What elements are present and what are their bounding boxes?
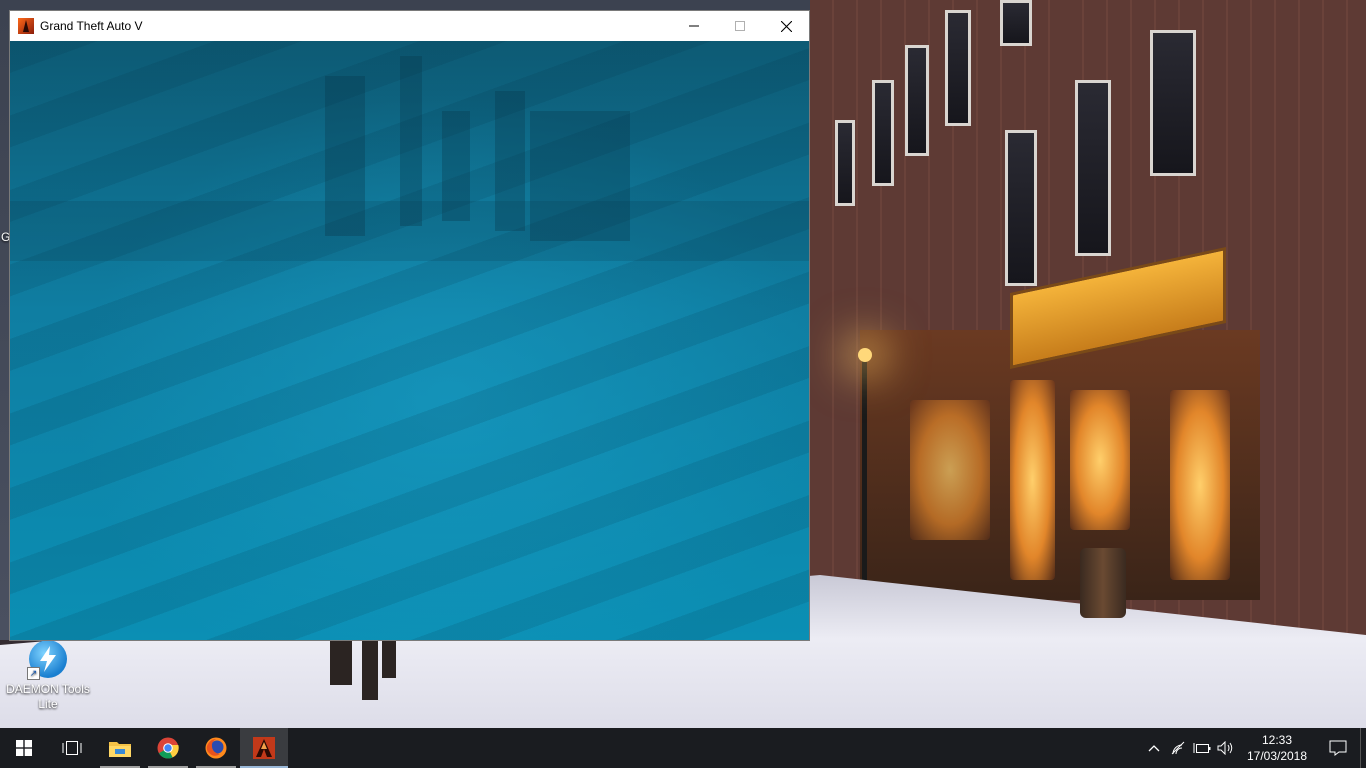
chrome-icon bbox=[157, 737, 179, 759]
windows-logo-icon bbox=[16, 740, 32, 756]
clock-time: 12:33 bbox=[1261, 733, 1293, 747]
taskbar-firefox[interactable] bbox=[192, 728, 240, 768]
gta-v-icon bbox=[253, 737, 275, 759]
wallpaper-shop-light bbox=[1170, 390, 1230, 580]
app-window: Grand Theft Auto V bbox=[9, 10, 810, 641]
maximize-button[interactable] bbox=[717, 11, 763, 41]
daemon-tools-icon: ↗ bbox=[27, 640, 67, 680]
window-client-area[interactable] bbox=[10, 41, 809, 640]
taskbar-gta-v[interactable] bbox=[240, 728, 288, 768]
tray-network[interactable] bbox=[1166, 728, 1190, 768]
wallpaper-shop-light bbox=[910, 400, 990, 540]
maximize-icon bbox=[735, 21, 745, 31]
notification-icon bbox=[1329, 740, 1347, 756]
close-button[interactable] bbox=[763, 11, 809, 41]
action-center-button[interactable] bbox=[1316, 728, 1360, 768]
clock-date: 17/03/2018 bbox=[1246, 749, 1308, 763]
window-titlebar[interactable]: Grand Theft Auto V bbox=[10, 11, 809, 41]
wallpaper-window bbox=[872, 80, 894, 186]
wallpaper-shop-light bbox=[1010, 380, 1055, 580]
shortcut-arrow-icon: ↗ bbox=[27, 667, 40, 680]
wallpaper-shop-light bbox=[1070, 390, 1130, 530]
taskbar-file-explorer[interactable] bbox=[96, 728, 144, 768]
wallpaper-window bbox=[1075, 80, 1111, 256]
system-tray: 12:33 17/03/2018 bbox=[1142, 728, 1366, 768]
task-view-button[interactable] bbox=[48, 728, 96, 768]
wallpaper-window bbox=[1005, 130, 1037, 286]
taskbar-chrome[interactable] bbox=[144, 728, 192, 768]
firefox-icon bbox=[205, 737, 227, 759]
desktop-icon-daemon-tools[interactable]: ↗ DAEMON Tools Lite bbox=[4, 638, 92, 712]
start-button[interactable] bbox=[0, 728, 48, 768]
chevron-up-icon bbox=[1148, 745, 1160, 752]
tray-overflow-button[interactable] bbox=[1142, 728, 1166, 768]
folder-icon bbox=[109, 742, 131, 757]
volume-icon bbox=[1217, 741, 1233, 755]
minimize-button[interactable] bbox=[671, 11, 717, 41]
wallpaper-window bbox=[945, 10, 971, 126]
desktop-icon-label: DAEMON Tools Lite bbox=[6, 682, 90, 711]
network-icon bbox=[1171, 741, 1185, 755]
close-icon bbox=[780, 20, 792, 32]
wallpaper-bollard bbox=[382, 640, 396, 678]
wallpaper-bollard bbox=[330, 640, 352, 685]
wallpaper-barrel bbox=[1080, 548, 1126, 618]
wallpaper-street-lamp bbox=[858, 348, 872, 362]
show-desktop-button[interactable] bbox=[1360, 728, 1366, 768]
window-title: Grand Theft Auto V bbox=[40, 19, 143, 33]
gta-v-icon bbox=[18, 18, 34, 34]
task-view-icon bbox=[62, 741, 82, 755]
window-controls bbox=[671, 11, 809, 41]
tray-battery[interactable] bbox=[1190, 728, 1214, 768]
tray-volume[interactable] bbox=[1214, 728, 1238, 768]
loading-background-texture bbox=[10, 41, 809, 640]
wallpaper-window bbox=[1000, 0, 1032, 46]
tray-clock[interactable]: 12:33 17/03/2018 bbox=[1238, 732, 1316, 764]
wallpaper-window bbox=[1150, 30, 1196, 176]
battery-icon bbox=[1193, 743, 1211, 753]
wallpaper-bollard bbox=[362, 640, 378, 700]
taskbar: 12:33 17/03/2018 bbox=[0, 728, 1366, 768]
minimize-icon bbox=[689, 25, 699, 27]
wallpaper-window bbox=[835, 120, 855, 206]
wallpaper-lamp-pole bbox=[862, 360, 867, 600]
wallpaper-window bbox=[905, 45, 929, 156]
